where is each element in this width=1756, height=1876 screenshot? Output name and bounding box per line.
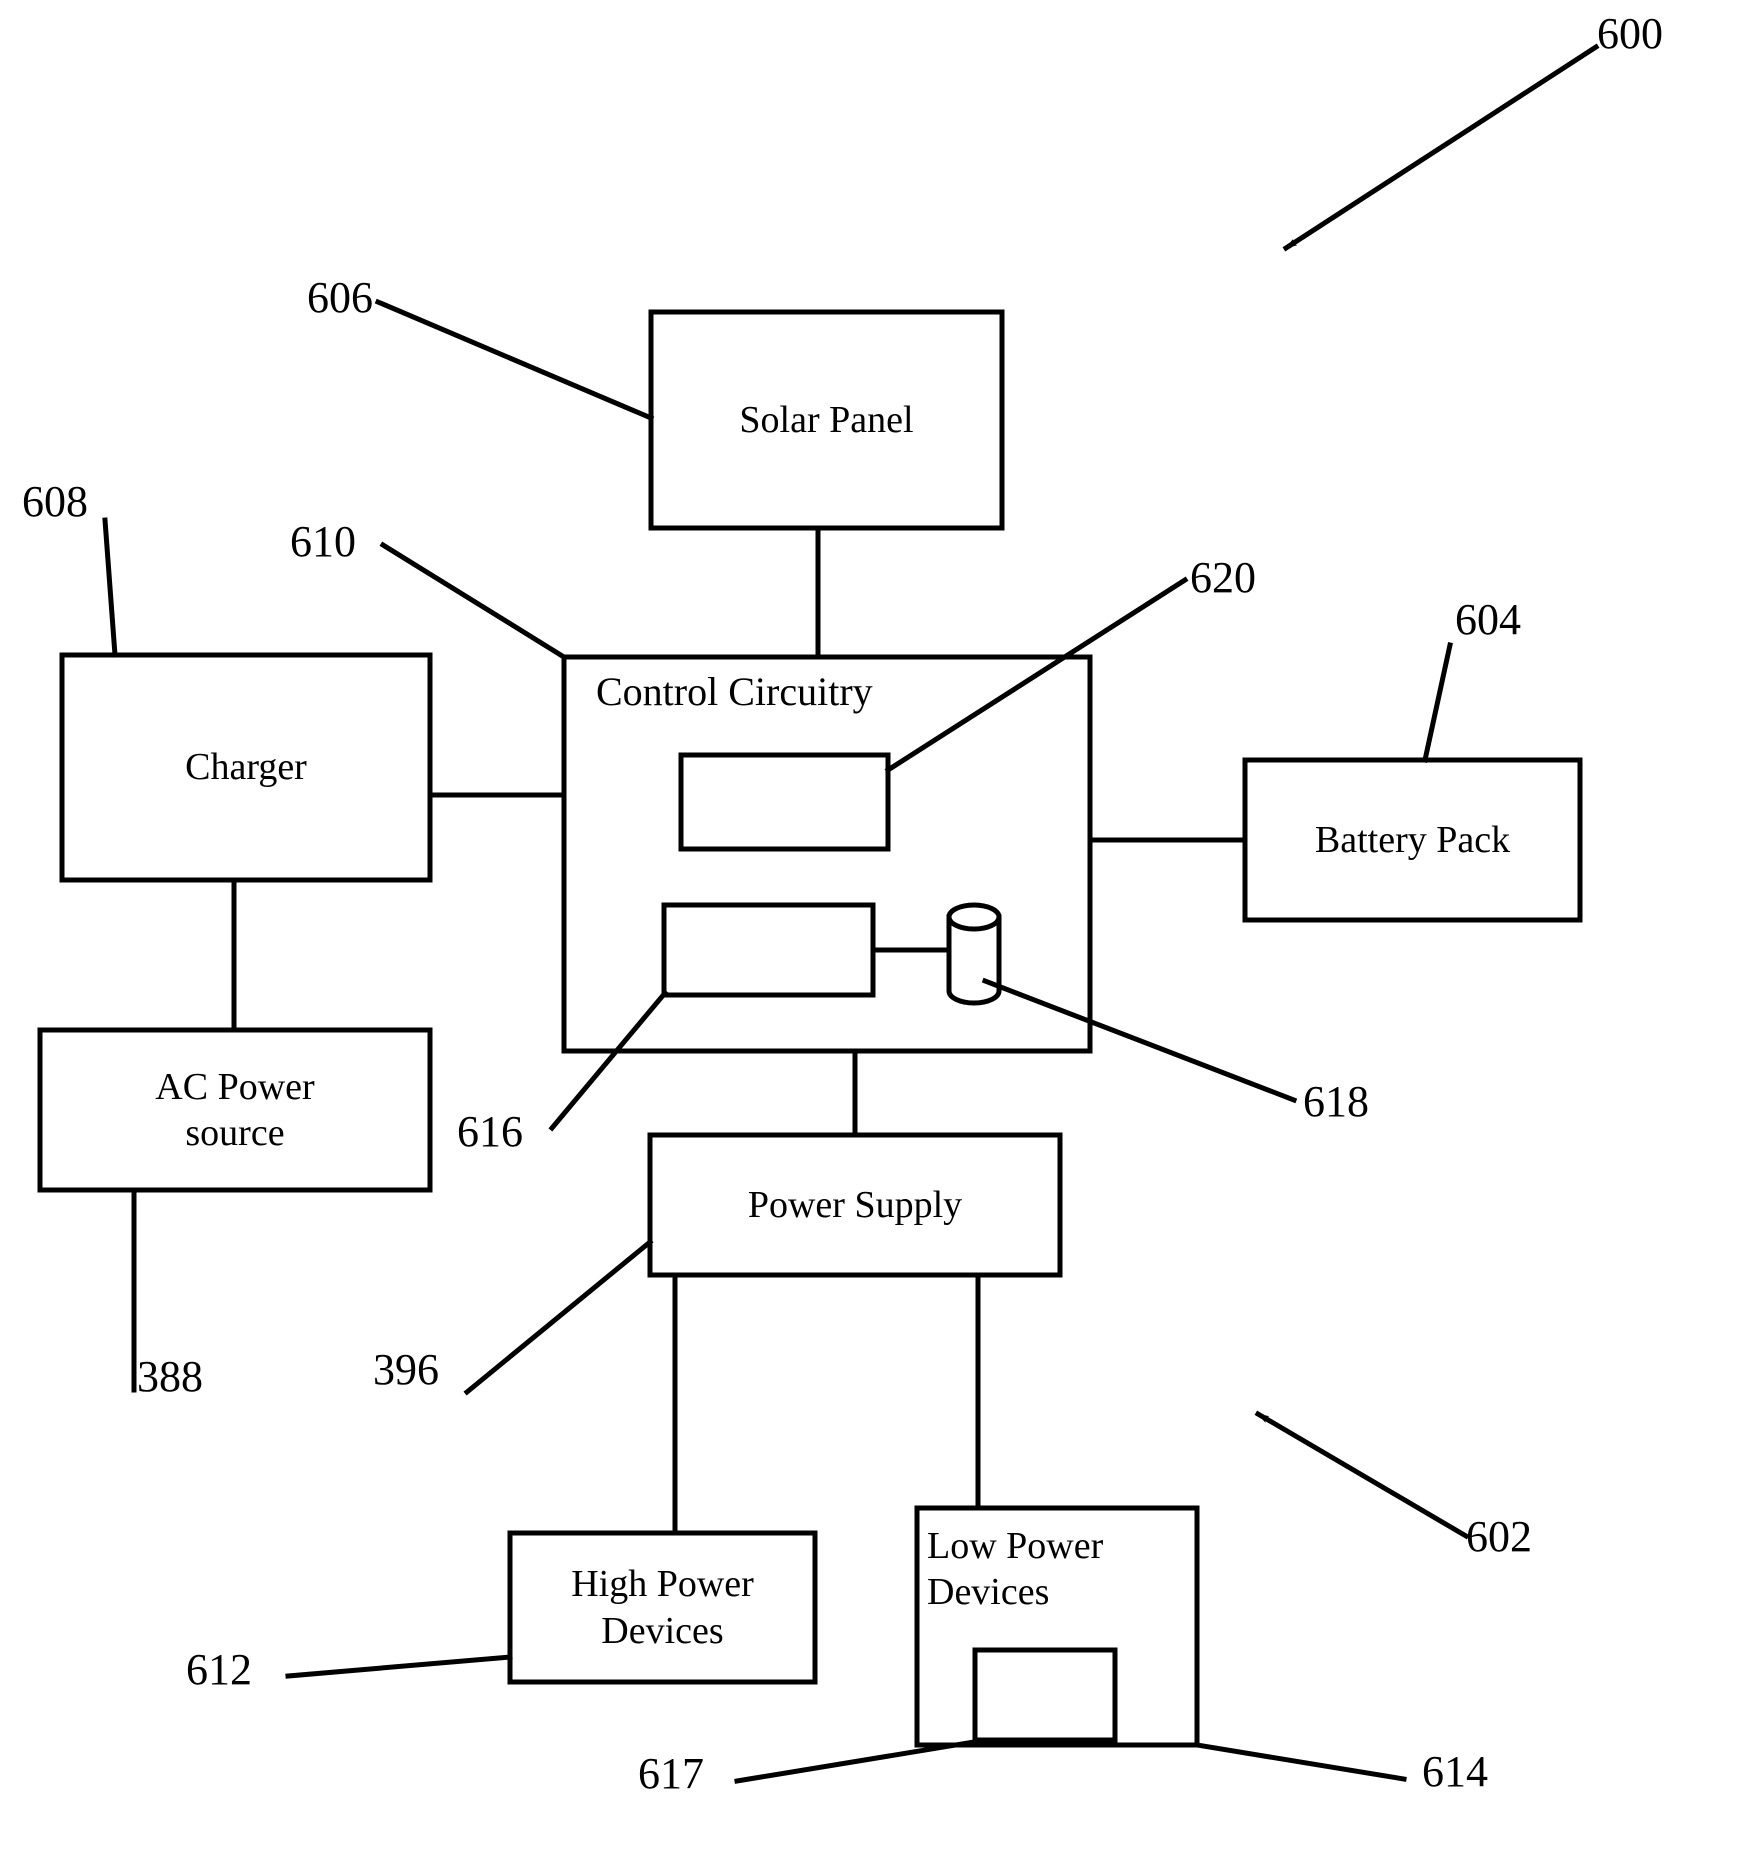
low-power-inner-block-617[interactable] [972, 1647, 1118, 1743]
ref-602: 602 [1466, 1512, 1532, 1561]
control-inner-block-620[interactable] [678, 752, 891, 852]
ref-610: 610 [290, 517, 356, 566]
leader-396 [463, 1238, 654, 1396]
ref-396: 396 [373, 1345, 439, 1394]
assembly-602-arrow [1254, 1410, 1470, 1540]
power-supply-box[interactable] [647, 1132, 1063, 1278]
leader-606 [374, 298, 655, 422]
low-power-devices-box[interactable] [914, 1505, 1200, 1748]
battery-pack-box[interactable] [1242, 757, 1583, 923]
patent-figure-canvas [37, 43, 1600, 1784]
ref-388: 388 [137, 1352, 203, 1401]
high-power-devices-box[interactable] [507, 1530, 818, 1685]
leader-608 [102, 517, 118, 658]
ref-604: 604 [1455, 595, 1521, 644]
leader-618 [981, 977, 1298, 1104]
ref-608: 608 [22, 477, 88, 526]
ref-616: 616 [457, 1107, 523, 1156]
leader-616 [548, 989, 669, 1132]
ref-617: 617 [638, 1749, 704, 1798]
leader-617 [734, 1738, 983, 1784]
ref-614: 614 [1422, 1747, 1488, 1796]
leader-610 [379, 541, 568, 661]
leader-612 [285, 1654, 513, 1679]
ref-620: 620 [1190, 553, 1256, 602]
storage-cylinder-618-top [946, 902, 1002, 932]
figure-600-arrow [1282, 43, 1600, 252]
leader-614 [1194, 1742, 1407, 1782]
leader-620 [884, 576, 1189, 774]
ref-600: 600 [1597, 9, 1663, 58]
ref-606: 606 [307, 273, 373, 322]
control-inner-block-616[interactable] [661, 902, 876, 998]
solar-panel-box[interactable] [648, 309, 1005, 531]
control-circuitry-label: Control Circuitry [596, 669, 873, 714]
ref-612: 612 [186, 1645, 252, 1694]
leader-604 [1422, 642, 1453, 763]
charger-box[interactable] [59, 652, 433, 883]
ref-618: 618 [1303, 1077, 1369, 1126]
ac-power-source-box[interactable] [37, 1027, 433, 1193]
